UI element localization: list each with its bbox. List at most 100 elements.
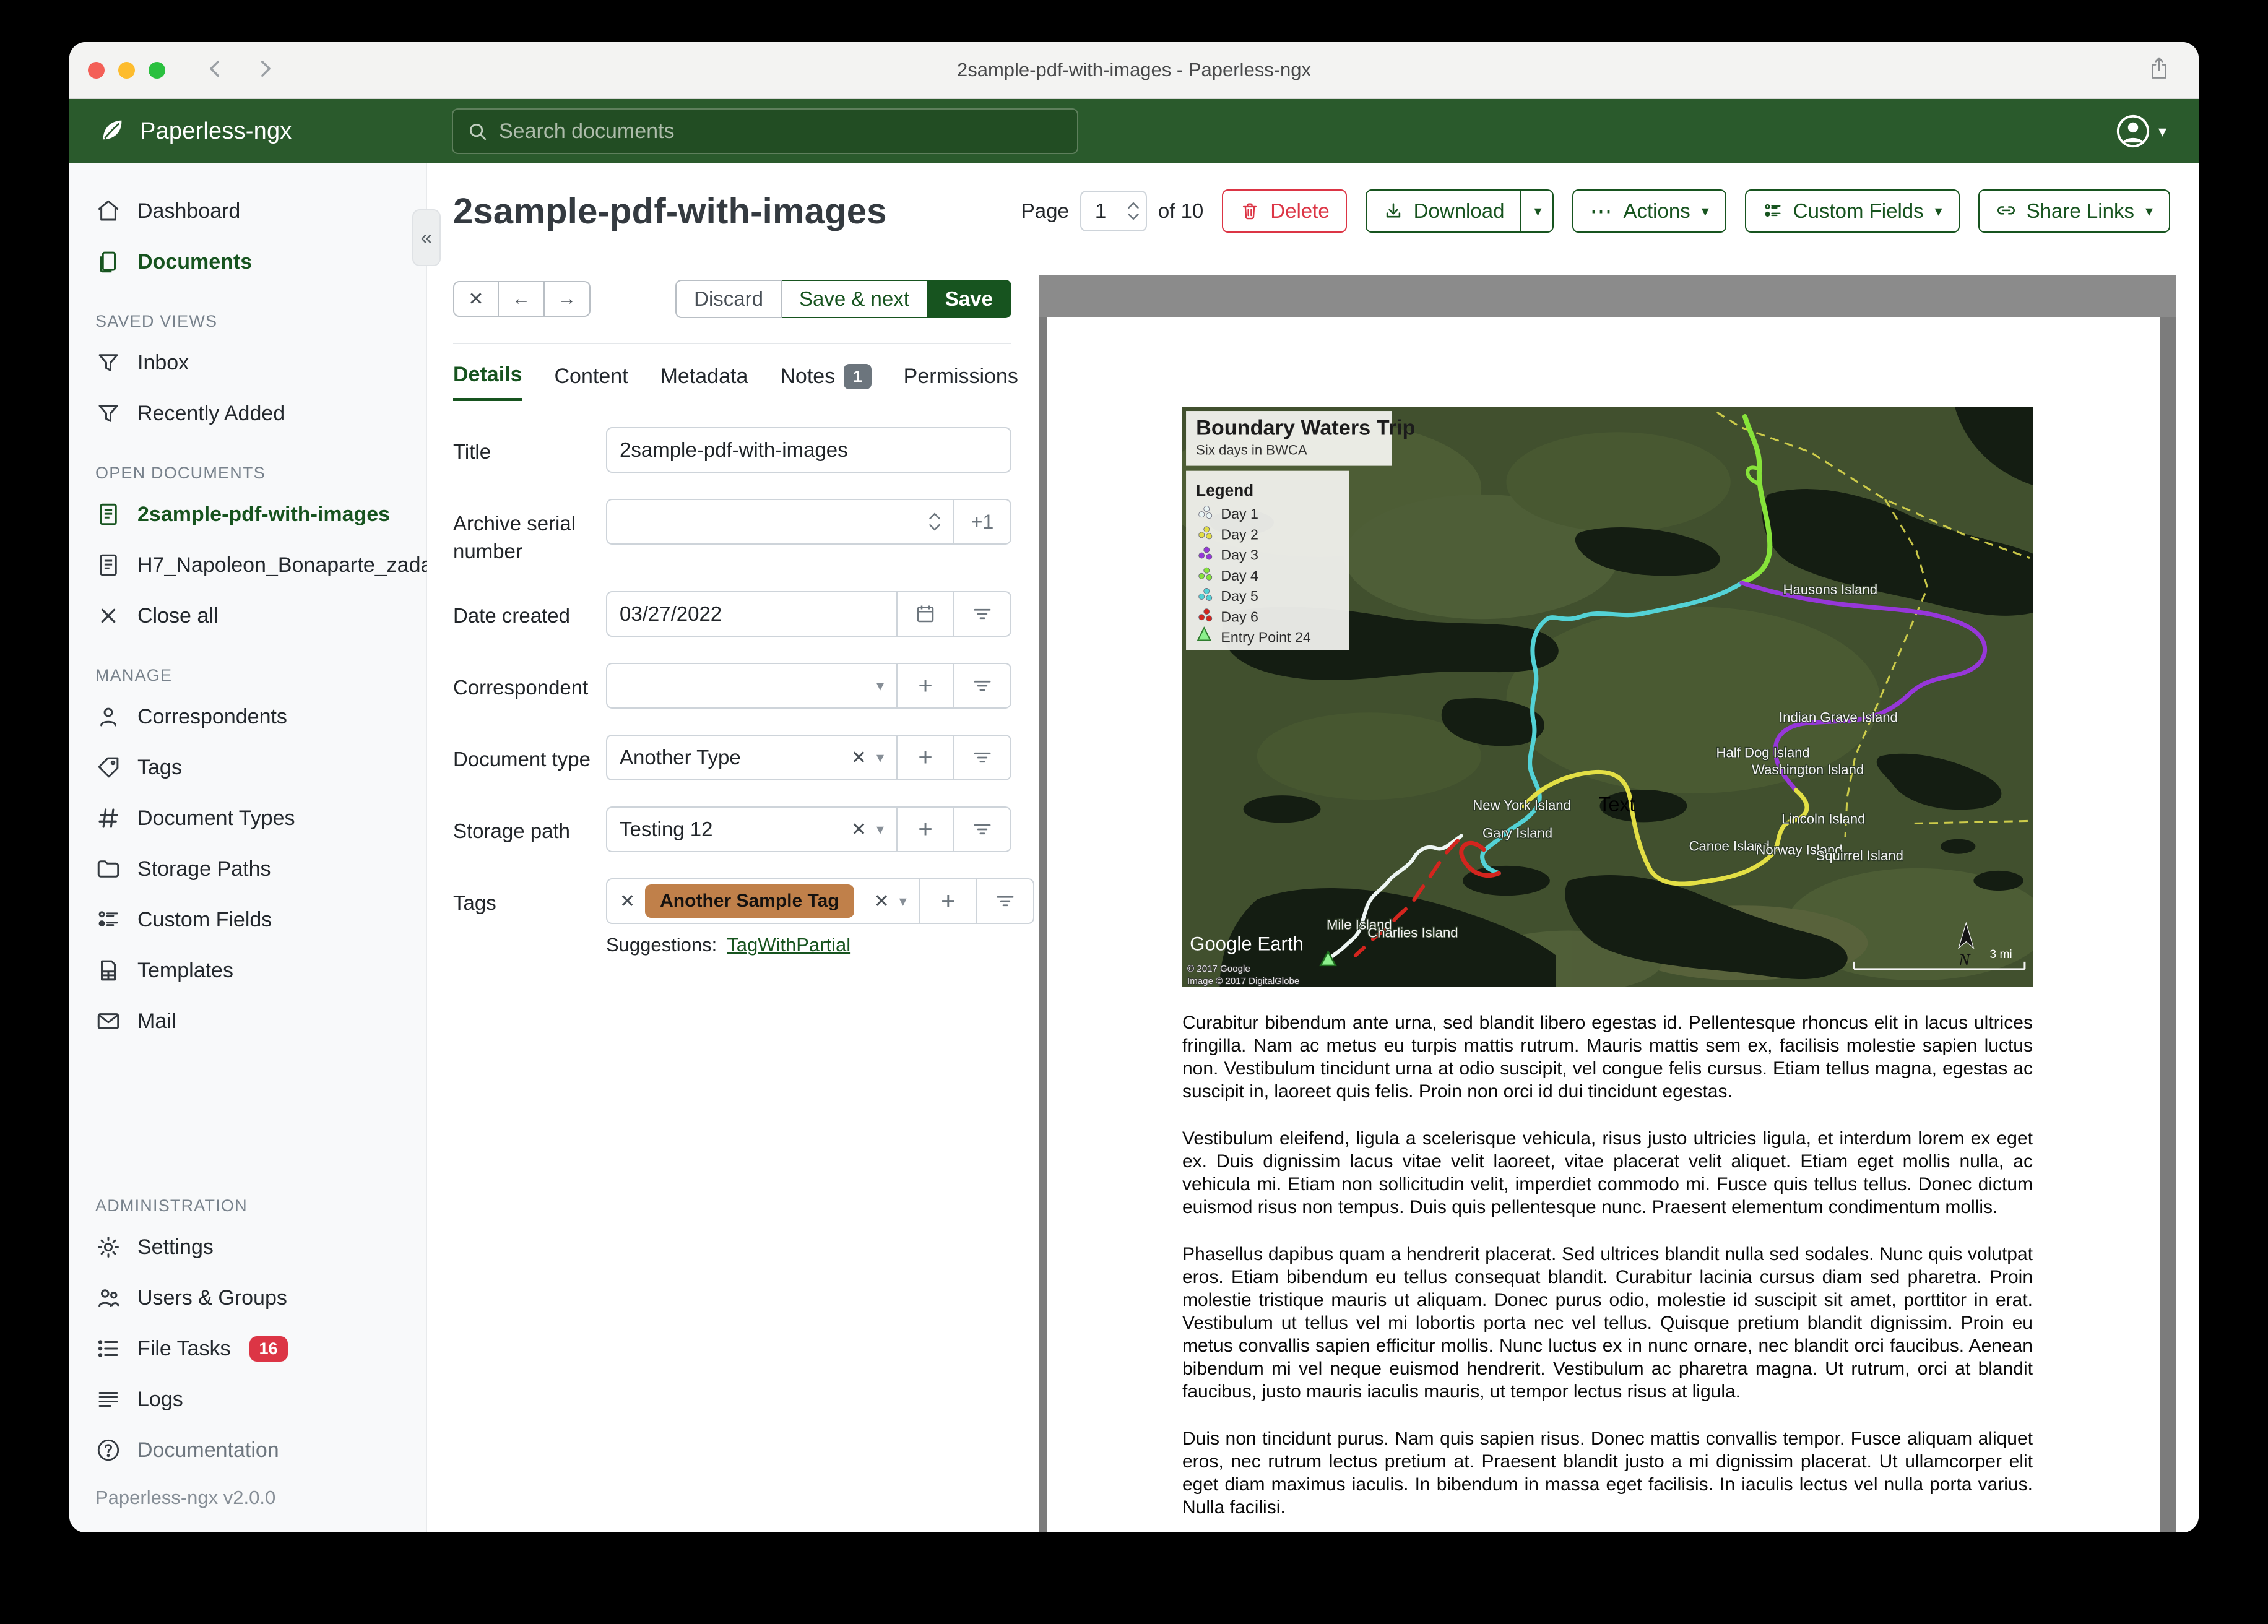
search-input[interactable]: Search documents	[452, 108, 1078, 154]
sidebar-item-inbox[interactable]: Inbox	[69, 337, 426, 388]
add-storage-path-button[interactable]: +	[898, 806, 954, 853]
close-window-button[interactable]	[88, 61, 105, 79]
next-document-button[interactable]: →	[545, 281, 591, 317]
storage-path-select[interactable]: Testing 12 ✕ ▾	[606, 806, 898, 853]
sidebar-item-document-types[interactable]: Document Types	[69, 793, 426, 844]
sidebar-item-tags[interactable]: Tags	[69, 742, 426, 793]
preview-top-bar	[1039, 275, 2176, 317]
filter-lines-icon	[974, 680, 991, 691]
custom-fields-icon	[98, 911, 118, 927]
chevron-down-icon: ▾	[876, 749, 884, 766]
sidebar-item-custom-fields[interactable]: Custom Fields	[69, 894, 426, 945]
sidebar-item-correspondents[interactable]: Correspondents	[69, 691, 426, 742]
calendar-icon	[917, 605, 934, 623]
save-next-button[interactable]: Save & next	[781, 280, 928, 318]
tab-details[interactable]: Details	[453, 363, 522, 401]
asn-stepper[interactable]	[928, 512, 941, 532]
sidebar-item-dashboard[interactable]: Dashboard	[69, 186, 426, 236]
tab-notes[interactable]: Notes 1	[780, 363, 872, 400]
zoom-window-button[interactable]	[149, 61, 165, 79]
title-field-value: 2sample-pdf-with-images	[620, 438, 848, 461]
sidebar-item-open-doc-2[interactable]: H7_Napoleon_Bonaparte_zadanie	[69, 540, 461, 590]
page-number-input[interactable]: 1	[1080, 191, 1147, 231]
sidebar-item-documentation[interactable]: Documentation	[69, 1425, 426, 1475]
browser-forward-icon[interactable]	[254, 58, 275, 82]
sidebar-item-label: Documentation	[137, 1438, 279, 1462]
download-options-button[interactable]: ▾	[1521, 189, 1554, 233]
asn-field[interactable]	[606, 499, 954, 545]
hash-icon	[98, 808, 118, 828]
custom-fields-button[interactable]: Custom Fields ▾	[1744, 189, 1960, 233]
sidebar-item-label: Dashboard	[137, 199, 241, 223]
download-button[interactable]: Download	[1365, 189, 1522, 233]
title-field[interactable]: 2sample-pdf-with-images	[606, 427, 1011, 473]
sidebar-heading-administration: ADMINISTRATION	[95, 1196, 248, 1215]
svg-text:Day 4: Day 4	[1221, 568, 1258, 584]
chevron-down-icon: ▾	[1701, 202, 1709, 220]
island-label: Indian Grave Island	[1779, 709, 1898, 725]
tab-metadata[interactable]: Metadata	[660, 365, 748, 400]
document-preview[interactable]: Hausons Island New York Island Gary Island…	[1039, 275, 2176, 1532]
sidebar-item-users-groups[interactable]: Users & Groups	[69, 1272, 426, 1323]
clear-icon[interactable]: ✕	[851, 747, 867, 769]
close-document-button[interactable]: ✕	[453, 281, 499, 317]
scale-label: 3 mi	[1990, 948, 2012, 961]
sidebar-item-label: Mail	[137, 1009, 176, 1033]
sidebar-item-storage-paths[interactable]: Storage Paths	[69, 844, 426, 894]
pdf-paragraph: Vestibulum eleifend, ligula a scelerisqu…	[1182, 1128, 2033, 1218]
sidebar-item-recently-added[interactable]: Recently Added	[69, 388, 426, 439]
browser-back-icon[interactable]	[205, 58, 226, 82]
previous-document-button[interactable]: ←	[499, 281, 545, 317]
doctype-filter-button[interactable]	[954, 735, 1011, 781]
add-doctype-button[interactable]: +	[898, 735, 954, 781]
asn-plus-one-button[interactable]: +1	[954, 499, 1011, 545]
add-correspondent-button[interactable]: +	[898, 663, 954, 709]
correspondent-filter-button[interactable]	[954, 663, 1011, 709]
sidebar-item-templates[interactable]: Templates	[69, 945, 426, 996]
asn-field-label: Archive serial number	[453, 512, 576, 563]
doctype-value: Another Type	[620, 746, 741, 769]
app-brand[interactable]: Paperless-ngx	[98, 116, 292, 147]
file-text-icon	[100, 503, 117, 525]
chevron-down-icon: ▾	[876, 677, 884, 694]
share-icon[interactable]	[2148, 56, 2170, 84]
delete-button[interactable]: Delete	[1222, 189, 1347, 233]
sidebar-item-settings[interactable]: Settings	[69, 1222, 426, 1272]
screenshot-canvas: 2sample-pdf-with-images - Paperless-ngx …	[0, 0, 2268, 1624]
date-created-field[interactable]: 03/27/2022	[606, 591, 898, 637]
sidebar-item-file-tasks[interactable]: File Tasks 16	[69, 1323, 426, 1374]
page-stepper[interactable]	[1127, 201, 1140, 221]
date-filter-button[interactable]	[954, 591, 1011, 637]
minimize-window-button[interactable]	[118, 61, 135, 79]
tags-select[interactable]: ✕ Another Sample Tag ✕ ▾	[606, 878, 920, 925]
sidebar-collapse-button[interactable]: «	[412, 209, 441, 266]
actions-button[interactable]: ⋯ Actions ▾	[1572, 189, 1726, 233]
mail-icon	[97, 1013, 119, 1029]
discard-button[interactable]: Discard	[675, 280, 782, 318]
save-button[interactable]: Save	[927, 280, 1011, 318]
add-tag-button[interactable]: +	[920, 878, 977, 925]
correspondent-select[interactable]: ▾	[606, 663, 898, 709]
sidebar-item-close-all[interactable]: Close all	[69, 590, 426, 641]
suggestion-tag-link[interactable]: TagWithPartial	[727, 934, 850, 956]
clear-icon[interactable]: ✕	[874, 891, 889, 912]
storage-filter-button[interactable]	[954, 806, 1011, 853]
sidebar-item-logs[interactable]: Logs	[69, 1374, 426, 1425]
title-field-label: Title	[453, 440, 491, 463]
sidebar-item-open-doc-1[interactable]: 2sample-pdf-with-images	[69, 489, 426, 540]
clear-icon[interactable]: ✕	[851, 819, 867, 840]
sidebar: « Dashboard Documents SAVED VIEWS Inbox …	[69, 163, 461, 1532]
sidebar-item-documents[interactable]: Documents	[69, 236, 426, 287]
user-menu[interactable]: ▾	[2115, 113, 2166, 149]
doctype-select[interactable]: Another Type ✕ ▾	[606, 735, 898, 781]
svg-text:Day 6: Day 6	[1221, 608, 1258, 624]
sidebar-item-mail[interactable]: Mail	[69, 996, 426, 1047]
tab-permissions[interactable]: Permissions	[904, 365, 1018, 400]
filter-lines-icon	[974, 824, 991, 835]
remove-tag-icon[interactable]: ✕	[620, 891, 635, 912]
tag-chip[interactable]: Another Sample Tag	[645, 884, 854, 918]
calendar-button[interactable]	[898, 591, 954, 637]
tags-filter-button[interactable]	[977, 878, 1034, 925]
share-links-button[interactable]: Share Links ▾	[1978, 189, 2170, 233]
tab-content[interactable]: Content	[555, 365, 628, 400]
